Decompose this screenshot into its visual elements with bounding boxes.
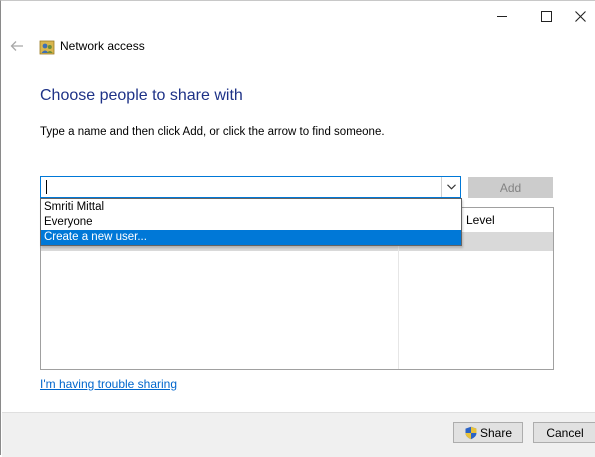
trouble-sharing-link[interactable]: I'm having trouble sharing — [40, 377, 177, 391]
dropdown-option-selected[interactable]: Create a new user... — [41, 230, 461, 245]
add-button[interactable]: Add — [468, 177, 553, 198]
instructions-text: Type a name and then click Add, or click… — [40, 126, 385, 138]
network-access-window: Network access Choose people to share wi… — [0, 0, 595, 457]
page-heading: Choose people to share with — [40, 87, 243, 104]
share-button-label: Share — [479, 425, 513, 440]
uac-shield-icon — [465, 426, 477, 439]
maximize-button[interactable] — [523, 1, 569, 31]
dropdown-option[interactable]: Smriti Mittal — [41, 200, 461, 215]
close-icon — [575, 10, 586, 22]
share-button[interactable]: Share — [453, 422, 523, 443]
cancel-button[interactable]: Cancel — [533, 422, 595, 443]
network-users-icon — [39, 40, 55, 55]
column-header-level[interactable]: Level — [466, 213, 495, 227]
back-arrow-icon[interactable] — [8, 38, 26, 54]
text-caret — [46, 180, 47, 194]
minimize-button[interactable] — [479, 1, 525, 31]
minimize-icon — [497, 15, 507, 17]
maximize-icon — [540, 10, 552, 22]
dropdown-option[interactable]: Everyone — [41, 215, 461, 230]
window-title: Network access — [60, 39, 145, 53]
chevron-down-icon — [446, 184, 456, 190]
dropdown-arrow-button[interactable] — [441, 177, 460, 197]
close-button[interactable] — [567, 1, 595, 31]
user-dropdown-list: Smriti Mittal Everyone Create a new user… — [40, 198, 462, 246]
user-name-combobox[interactable] — [40, 176, 461, 198]
